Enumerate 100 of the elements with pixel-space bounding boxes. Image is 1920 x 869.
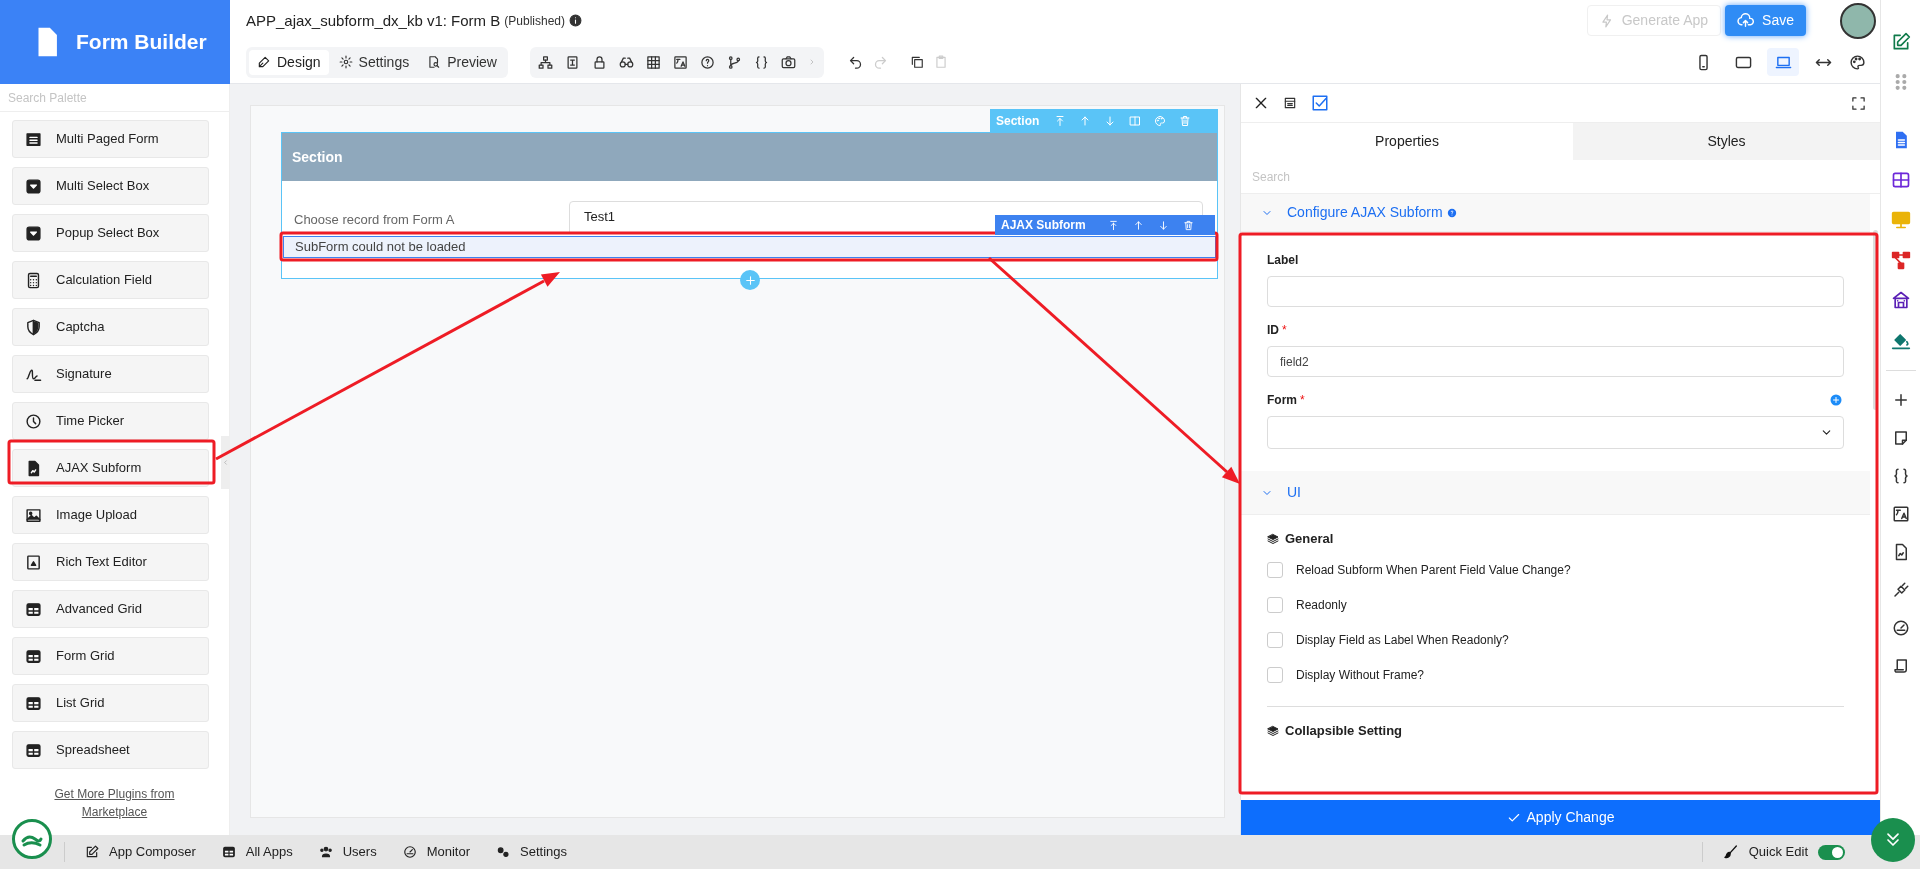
document-search-icon xyxy=(427,55,442,70)
palette-item[interactable]: Spreadsheet xyxy=(12,731,209,769)
palette-item[interactable]: List Grid xyxy=(12,684,209,722)
palette-item[interactable]: Captcha xyxy=(12,308,209,346)
section-panel[interactable]: Section Choose record from Form A Test1 AJAX Subform SubForm could not be loaded xyxy=(281,132,1218,279)
help-icon[interactable] xyxy=(700,54,715,70)
checkbox-icon[interactable] xyxy=(1311,94,1329,112)
checkbox[interactable] xyxy=(1267,597,1283,613)
palette-icon[interactable] xyxy=(1849,53,1866,71)
gear-icon xyxy=(338,55,353,70)
braces-icon[interactable] xyxy=(754,54,769,70)
add-form-button[interactable] xyxy=(1830,394,1842,406)
form-title: APP_ajax_subform_dx_kb v1: Form B xyxy=(246,10,501,31)
building-icon[interactable] xyxy=(1890,290,1911,310)
help-icon xyxy=(1446,207,1457,218)
info-icon xyxy=(569,14,582,28)
error-message: SubForm could not be loaded xyxy=(283,236,1216,258)
plus-icon xyxy=(743,273,757,287)
chevron-left-icon xyxy=(222,458,229,467)
braces-icon[interactable] xyxy=(1891,467,1910,485)
palette-item[interactable]: Image Upload xyxy=(12,496,209,534)
palette-item[interactable]: Popup Select Box xyxy=(12,214,209,252)
palette-item[interactable]: Form Grid xyxy=(12,637,209,675)
tab[interactable]: Preview xyxy=(419,49,505,75)
bottom-nav-item[interactable]: All Apps xyxy=(221,842,293,862)
window-icon[interactable] xyxy=(1283,96,1297,110)
calculator-icon xyxy=(25,271,42,289)
palette-item[interactable]: Signature xyxy=(12,355,209,393)
arrow-down-icon[interactable] xyxy=(1157,219,1169,231)
bottom-nav-item[interactable]: Monitor xyxy=(402,842,470,862)
grid-icon xyxy=(25,600,42,618)
logo-button[interactable] xyxy=(12,819,52,859)
layers-icon xyxy=(1267,533,1279,545)
checkbox[interactable] xyxy=(1267,667,1283,683)
avatar[interactable] xyxy=(1840,2,1876,39)
table-icon[interactable] xyxy=(646,54,661,70)
quick-edit-label: Quick Edit xyxy=(1748,843,1808,862)
plug-icon[interactable] xyxy=(1891,581,1910,599)
palette-item[interactable]: Multi Select Box xyxy=(12,167,209,205)
tab[interactable]: Settings xyxy=(330,49,418,75)
gauge-icon[interactable] xyxy=(1891,619,1910,637)
field-label: ID xyxy=(1267,322,1279,339)
list-icon xyxy=(25,130,42,148)
section-header[interactable]: Configure AJAX Subform xyxy=(1241,194,1870,232)
tab[interactable]: Design xyxy=(249,49,329,75)
dropdown-icon xyxy=(25,177,42,195)
translate-icon[interactable] xyxy=(673,54,688,70)
plus-icon xyxy=(1830,394,1842,406)
palette-item[interactable]: Time Picker xyxy=(12,402,209,440)
move-top-icon[interactable] xyxy=(1107,219,1119,231)
bottom-nav-item[interactable]: App Composer xyxy=(85,842,196,862)
marketplace-link[interactable]: Get More Plugins from Marketplace xyxy=(39,785,190,821)
flow-icon[interactable] xyxy=(1890,250,1911,270)
lock-icon[interactable] xyxy=(592,54,607,70)
copy-icon[interactable] xyxy=(910,55,924,70)
shield-icon xyxy=(25,318,42,336)
checkbox[interactable] xyxy=(1267,632,1283,648)
translate-icon[interactable] xyxy=(1891,505,1910,523)
camera-icon[interactable] xyxy=(781,54,796,70)
palette-item[interactable]: Calculation Field xyxy=(12,261,209,299)
grid-icon xyxy=(25,647,42,665)
option-label: Display Field as Label When Readonly? xyxy=(1296,632,1509,649)
toolbar-label: AJAX Subform xyxy=(1001,217,1086,234)
scroll-down-button[interactable] xyxy=(1871,818,1915,862)
undo-icon[interactable] xyxy=(848,54,863,70)
palette-search-field[interactable]: Search Palette xyxy=(0,84,229,112)
binoculars-icon[interactable] xyxy=(619,54,634,70)
quick-edit-toggle[interactable] xyxy=(1818,844,1845,860)
brush-icon xyxy=(1722,844,1739,860)
layers-icon xyxy=(1267,725,1279,737)
grid-icon xyxy=(221,845,236,859)
section-title: Section xyxy=(292,147,343,167)
apply-change-button[interactable]: Apply Change xyxy=(1241,800,1880,835)
arrow-up-icon[interactable] xyxy=(1132,219,1144,231)
laptop-view-button[interactable] xyxy=(1767,48,1799,77)
table-icon[interactable] xyxy=(1890,170,1911,190)
trash-icon[interactable] xyxy=(1182,219,1194,231)
card-icon[interactable] xyxy=(565,54,580,70)
palette-item[interactable]: Advanced Grid xyxy=(12,590,209,628)
collapse-handle[interactable] xyxy=(221,436,230,489)
close-icon[interactable] xyxy=(1253,95,1269,111)
dropdown-icon xyxy=(25,224,42,242)
text-field[interactable]: field2 xyxy=(1267,346,1844,377)
text-field[interactable] xyxy=(1267,276,1844,307)
panel-tab[interactable]: Styles xyxy=(1573,123,1880,160)
hierarchy-icon[interactable] xyxy=(538,54,553,70)
fullscreen-icon[interactable] xyxy=(1851,95,1866,111)
bottom-nav-item[interactable]: Users xyxy=(318,842,377,862)
checkbox[interactable] xyxy=(1267,562,1283,578)
palette-item[interactable]: Multi Paged Form xyxy=(12,120,209,158)
scroll-icon[interactable] xyxy=(1891,657,1910,675)
palette-item[interactable]: AJAX Subform xyxy=(12,449,209,487)
field-label: Label xyxy=(1267,252,1299,269)
required-mark: * xyxy=(1300,392,1305,409)
group-title: Collapsible Setting xyxy=(1285,722,1402,741)
section-header[interactable]: UI xyxy=(1241,471,1870,515)
clock-icon xyxy=(25,412,42,430)
palette-item[interactable]: Rich Text Editor xyxy=(12,543,209,581)
branch-icon[interactable] xyxy=(727,54,742,70)
bottom-nav-item[interactable]: Settings xyxy=(496,842,567,862)
